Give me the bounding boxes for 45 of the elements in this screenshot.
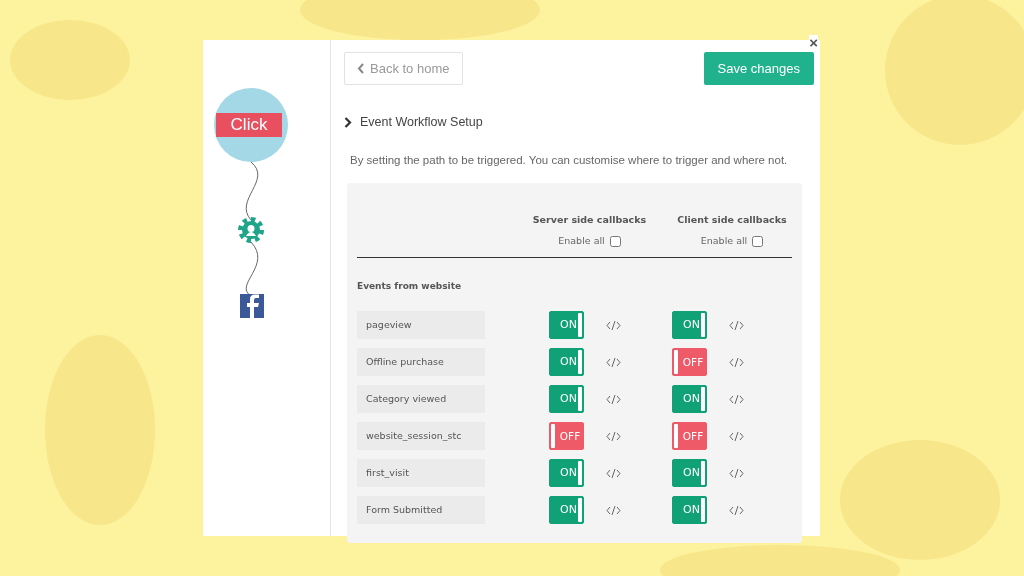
code-icon[interactable]: [606, 393, 621, 405]
toggle-switch[interactable]: ON: [549, 496, 584, 525]
description-text: By setting the path to be triggered. You can customise where to trigger and where not.: [350, 152, 789, 168]
event-name: website_session_stc: [357, 422, 485, 451]
toggle-switch[interactable]: OFF: [549, 422, 584, 451]
back-button[interactable]: Back to home: [344, 52, 463, 85]
chevron-right-icon: [344, 116, 352, 128]
enable-all-label: Enable all: [558, 234, 605, 249]
event-name: Category viewed: [357, 385, 485, 414]
toggle-switch[interactable]: ON: [672, 311, 707, 340]
enable-all-checkbox[interactable]: [752, 235, 764, 247]
code-icon[interactable]: [729, 356, 744, 368]
code-icon[interactable]: [606, 504, 621, 516]
code-icon[interactable]: [606, 356, 621, 368]
toggle-switch[interactable]: OFF: [672, 348, 707, 377]
event-name: pageview: [357, 311, 485, 340]
close-button[interactable]: ×: [809, 35, 818, 50]
code-icon[interactable]: [606, 319, 621, 331]
enable-all-label: Enable all: [700, 234, 748, 249]
section-title[interactable]: Event Workflow Setup: [360, 113, 483, 132]
toggle-switch[interactable]: ON: [549, 385, 584, 414]
event-name: Offline purchase: [357, 348, 485, 377]
code-icon[interactable]: [729, 393, 744, 405]
toggle-switch[interactable]: ON: [672, 459, 707, 488]
chevron-left-icon: [357, 63, 364, 74]
column-header: Client side callbacks: [676, 213, 788, 227]
code-icon[interactable]: [606, 430, 621, 442]
code-icon[interactable]: [729, 430, 744, 442]
toggle-switch[interactable]: ON: [672, 496, 707, 525]
save-button[interactable]: Save changes: [703, 52, 814, 85]
trigger-label: Click: [216, 113, 282, 137]
toggle-switch[interactable]: ON: [549, 348, 584, 377]
event-name: Form Submitted: [357, 496, 485, 525]
toggle-switch[interactable]: OFF: [672, 422, 707, 451]
toggle-switch[interactable]: ON: [549, 459, 584, 488]
toggle-switch[interactable]: ON: [549, 311, 584, 340]
group-title: Events from website: [357, 280, 463, 294]
event-name: first_visit: [357, 459, 485, 488]
code-icon[interactable]: [729, 504, 744, 516]
code-icon[interactable]: [606, 467, 621, 479]
code-icon[interactable]: [729, 319, 744, 331]
code-icon[interactable]: [729, 467, 744, 479]
column-header: Server side callbacks: [531, 213, 648, 227]
toggle-switch[interactable]: ON: [672, 385, 707, 414]
enable-all-checkbox[interactable]: [609, 235, 621, 247]
